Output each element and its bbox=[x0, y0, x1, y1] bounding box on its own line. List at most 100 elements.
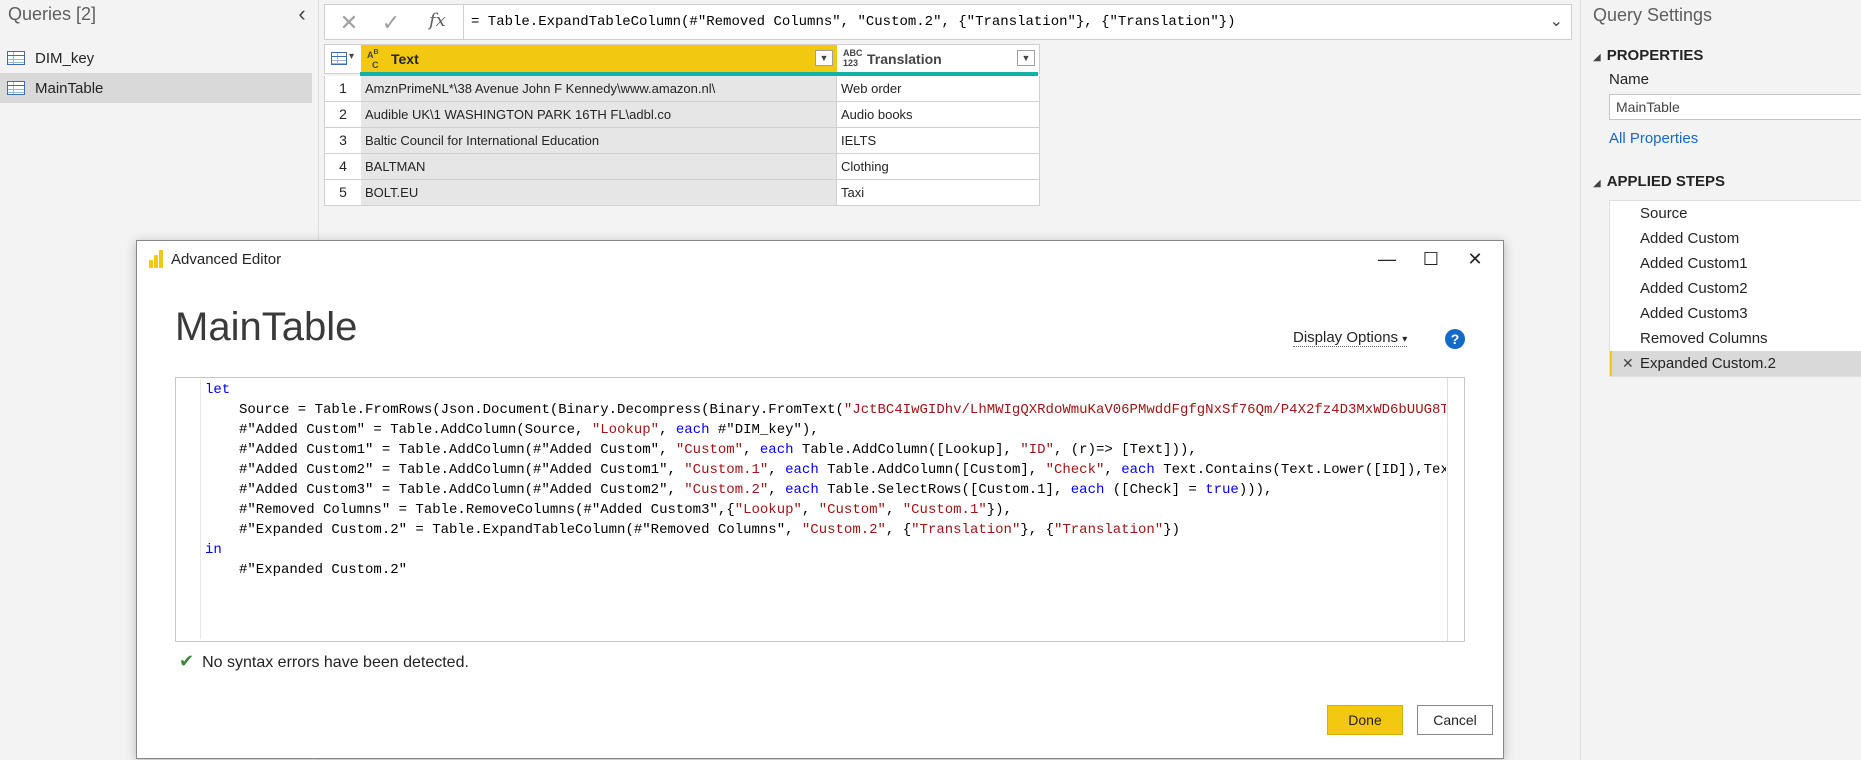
all-properties-link[interactable]: All Properties bbox=[1609, 130, 1698, 147]
code-line: #"Added Custom1" = Table.AddColumn(#"Add… bbox=[239, 442, 1197, 458]
column-header-label: Translation bbox=[867, 51, 942, 67]
any-type-icon[interactable]: ABC 123 bbox=[843, 48, 863, 68]
cell-translation[interactable]: IELTS bbox=[837, 128, 1039, 153]
delete-step-icon[interactable]: ✕ bbox=[1622, 351, 1634, 376]
help-icon[interactable]: ? bbox=[1445, 329, 1465, 349]
query-name-heading: MainTable bbox=[175, 305, 358, 349]
cell-translation[interactable]: Taxi bbox=[837, 180, 1039, 205]
step-source[interactable]: Source✱ bbox=[1610, 201, 1861, 226]
code-line: #"Removed Columns" = Table.RemoveColumns… bbox=[239, 502, 1012, 518]
query-item-maintable[interactable]: MainTable bbox=[0, 73, 312, 103]
query-name-input[interactable] bbox=[1609, 94, 1861, 120]
advanced-editor-dialog: Advanced Editor — ☐ ✕ MainTable Display … bbox=[136, 240, 1504, 759]
fx-icon[interactable]: fx bbox=[429, 10, 446, 31]
step-expanded-custom2[interactable]: ✕Expanded Custom.2✱ bbox=[1610, 351, 1861, 376]
name-label: Name bbox=[1609, 71, 1650, 88]
caret-down-icon: ◢ bbox=[1593, 52, 1601, 63]
step-added-custom1[interactable]: Added Custom1✱ bbox=[1610, 251, 1861, 276]
properties-label: PROPERTIES bbox=[1606, 47, 1704, 64]
formula-bar: ✕ ✓ fx = Table.ExpandTableColumn(#"Remov… bbox=[324, 4, 1572, 40]
caret-down-icon: ◢ bbox=[1593, 178, 1601, 189]
cell-text[interactable]: Baltic Council for International Educati… bbox=[361, 128, 837, 153]
applied-steps-label: APPLIED STEPS bbox=[1606, 173, 1726, 190]
step-label: Added Custom1 bbox=[1640, 255, 1748, 272]
step-label: Added Custom bbox=[1640, 230, 1740, 247]
applied-steps-list: Source✱ Added Custom✱ Added Custom1✱ Add… bbox=[1609, 200, 1861, 377]
filter-dropdown-icon[interactable]: ▼ bbox=[1017, 50, 1035, 66]
maximize-icon[interactable]: ☐ bbox=[1409, 245, 1453, 273]
display-options-label: Display Options bbox=[1293, 329, 1399, 346]
cancel-button[interactable]: Cancel bbox=[1417, 705, 1493, 735]
step-added-custom[interactable]: Added Custom✱ bbox=[1610, 226, 1861, 251]
query-settings-pane: Query Settings ◢ PROPERTIES Name All Prop… bbox=[1580, 0, 1861, 760]
column-header-translation[interactable]: ABC 123 Translation ▼ bbox=[837, 45, 1039, 73]
cell-translation[interactable]: Clothing bbox=[837, 154, 1039, 179]
syntax-status-text: No syntax errors have been detected. bbox=[202, 654, 469, 671]
code-editor[interactable]: let Source = Table.FromRows(Json.Documen… bbox=[175, 377, 1465, 642]
query-item-dim-key[interactable]: DIM_key bbox=[0, 43, 312, 73]
formula-divider bbox=[463, 5, 464, 39]
done-button[interactable]: Done bbox=[1327, 705, 1403, 735]
display-options-dropdown[interactable]: Display Options ▾ bbox=[1293, 329, 1408, 347]
table-row[interactable]: 5 BOLT.EU Taxi bbox=[324, 180, 1040, 206]
applied-steps-section-title[interactable]: ◢ APPLIED STEPS bbox=[1593, 173, 1725, 190]
filter-dropdown-icon[interactable]: ▼ bbox=[815, 50, 833, 66]
step-label: Added Custom3 bbox=[1640, 305, 1748, 322]
properties-section-title[interactable]: ◢ PROPERTIES bbox=[1593, 47, 1703, 64]
cell-text[interactable]: BALTMAN bbox=[361, 154, 837, 179]
type-icon-top: ABC bbox=[843, 48, 863, 58]
table-row[interactable]: 4 BALTMAN Clothing bbox=[324, 154, 1040, 180]
cancel-formula-icon[interactable]: ✕ bbox=[335, 9, 363, 37]
close-icon[interactable]: ✕ bbox=[1453, 245, 1497, 273]
chevron-down-icon[interactable]: ⌄ bbox=[1550, 11, 1563, 31]
dialog-title: Advanced Editor bbox=[171, 251, 282, 268]
table-row[interactable]: 1 AmznPrimeNL*\38 Avenue John F Kennedy\… bbox=[324, 76, 1040, 102]
row-number: 4 bbox=[325, 154, 362, 179]
code-area[interactable]: let Source = Table.FromRows(Json.Documen… bbox=[200, 380, 1446, 639]
settings-title: Query Settings bbox=[1593, 5, 1713, 25]
vertical-scrollbar[interactable] bbox=[1447, 378, 1464, 641]
step-label: Expanded Custom.2 bbox=[1640, 355, 1776, 372]
cell-text[interactable]: AmznPrimeNL*\38 Avenue John F Kennedy\ww… bbox=[361, 76, 837, 101]
step-added-custom3[interactable]: Added Custom3✱ bbox=[1610, 301, 1861, 326]
dialog-title-bar[interactable]: Advanced Editor — ☐ ✕ bbox=[137, 241, 1503, 277]
chevron-left-icon[interactable]: ‹ bbox=[290, 2, 314, 26]
syntax-status: ✔ No syntax errors have been detected. bbox=[179, 651, 469, 672]
code-line: #"Added Custom2" = Table.AddColumn(#"Add… bbox=[239, 462, 1446, 478]
code-line: Source = Table.FromRows(Json.Document(Bi… bbox=[239, 402, 1446, 418]
text-type-icon[interactable]: AB C bbox=[367, 48, 379, 70]
row-number: 3 bbox=[325, 128, 362, 153]
table-row[interactable]: 2 Audible UK\1 WASHINGTON PARK 16TH FL\a… bbox=[324, 102, 1040, 128]
cell-text[interactable]: Audible UK\1 WASHINGTON PARK 16TH FL\adb… bbox=[361, 102, 837, 127]
queries-title: Queries [2] bbox=[8, 4, 97, 24]
commit-formula-icon[interactable]: ✓ bbox=[377, 9, 405, 37]
cell-translation[interactable]: Audio books bbox=[837, 102, 1039, 127]
table-menu-button[interactable]: ▾ bbox=[325, 45, 362, 73]
formula-input[interactable]: = Table.ExpandTableColumn(#"Removed Colu… bbox=[471, 14, 1236, 30]
cell-translation[interactable]: Web order bbox=[837, 76, 1039, 101]
type-icon-bottom: 123 bbox=[843, 58, 859, 68]
power-bi-logo-icon bbox=[149, 250, 163, 268]
row-number: 5 bbox=[325, 180, 362, 205]
query-item-label: DIM_key bbox=[35, 49, 95, 67]
check-icon: ✔ bbox=[179, 651, 195, 671]
step-removed-columns[interactable]: Removed Columns bbox=[1610, 326, 1861, 351]
code-line: #"Added Custom" = Table.AddColumn(Source… bbox=[239, 422, 819, 438]
cell-text[interactable]: BOLT.EU bbox=[361, 180, 837, 205]
column-header-text[interactable]: AB C Text ▼ bbox=[361, 45, 838, 73]
step-added-custom2[interactable]: Added Custom2✱ bbox=[1610, 276, 1861, 301]
code-line: let bbox=[205, 382, 231, 398]
step-label: Source bbox=[1640, 205, 1688, 222]
caret-down-icon: ▾ bbox=[1402, 334, 1408, 345]
table-icon bbox=[7, 81, 25, 95]
grid-header: ▾ AB C Text ▼ ABC 123 Translation ▼ bbox=[324, 44, 1040, 74]
row-number: 1 bbox=[325, 76, 362, 101]
step-label: Removed Columns bbox=[1640, 330, 1768, 347]
row-number: 2 bbox=[325, 102, 362, 127]
minimize-icon[interactable]: — bbox=[1365, 245, 1409, 273]
table-row[interactable]: 3 Baltic Council for International Educa… bbox=[324, 128, 1040, 154]
table-icon bbox=[7, 51, 25, 65]
column-header-label: Text bbox=[391, 51, 419, 67]
code-line: #"Added Custom3" = Table.AddColumn(#"Add… bbox=[239, 482, 1273, 498]
code-line: in bbox=[205, 542, 222, 558]
